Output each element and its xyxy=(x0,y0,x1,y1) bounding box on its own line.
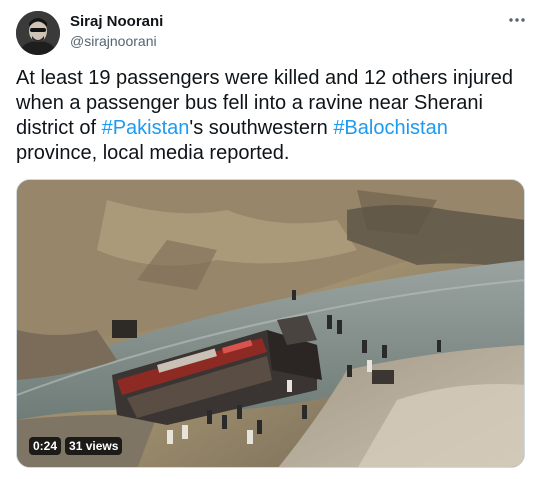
author-name[interactable]: Siraj Noorani xyxy=(70,13,163,30)
avatar[interactable] xyxy=(16,11,60,55)
avatar-image xyxy=(16,11,60,55)
tweet-text-line: At least 19 passengers were killed and 1… xyxy=(16,67,513,89)
tweet-text-fragment: 's southwestern xyxy=(189,117,334,139)
tweet-text-fragment: district of xyxy=(16,117,102,139)
video-thumbnail xyxy=(17,180,524,467)
video-view-count: 31 views xyxy=(65,437,123,455)
video-duration: 0:24 xyxy=(29,437,62,455)
hashtag-pakistan-link[interactable]: #Pakistan xyxy=(102,117,190,139)
tweet-card: Siraj Noorani @sirajnoorani At least 19 … xyxy=(0,0,545,479)
more-options-button[interactable] xyxy=(505,10,529,30)
tweet-text-line: province, local media reported. xyxy=(16,142,290,164)
video-player[interactable]: 0:24 31 views xyxy=(16,179,525,468)
more-icon xyxy=(509,18,525,22)
hashtag-balochistan-link[interactable]: #Balochistan xyxy=(333,117,448,139)
video-badges: 0:24 31 views xyxy=(29,437,123,455)
tweet-text: At least 19 passengers were killed and 1… xyxy=(16,66,526,166)
author-handle[interactable]: @sirajnoorani xyxy=(70,33,157,49)
tweet-text-line: district of #Pakistan's southwestern #Ba… xyxy=(16,116,526,141)
tweet-text-line: when a passenger bus fell into a ravine … xyxy=(16,92,483,114)
